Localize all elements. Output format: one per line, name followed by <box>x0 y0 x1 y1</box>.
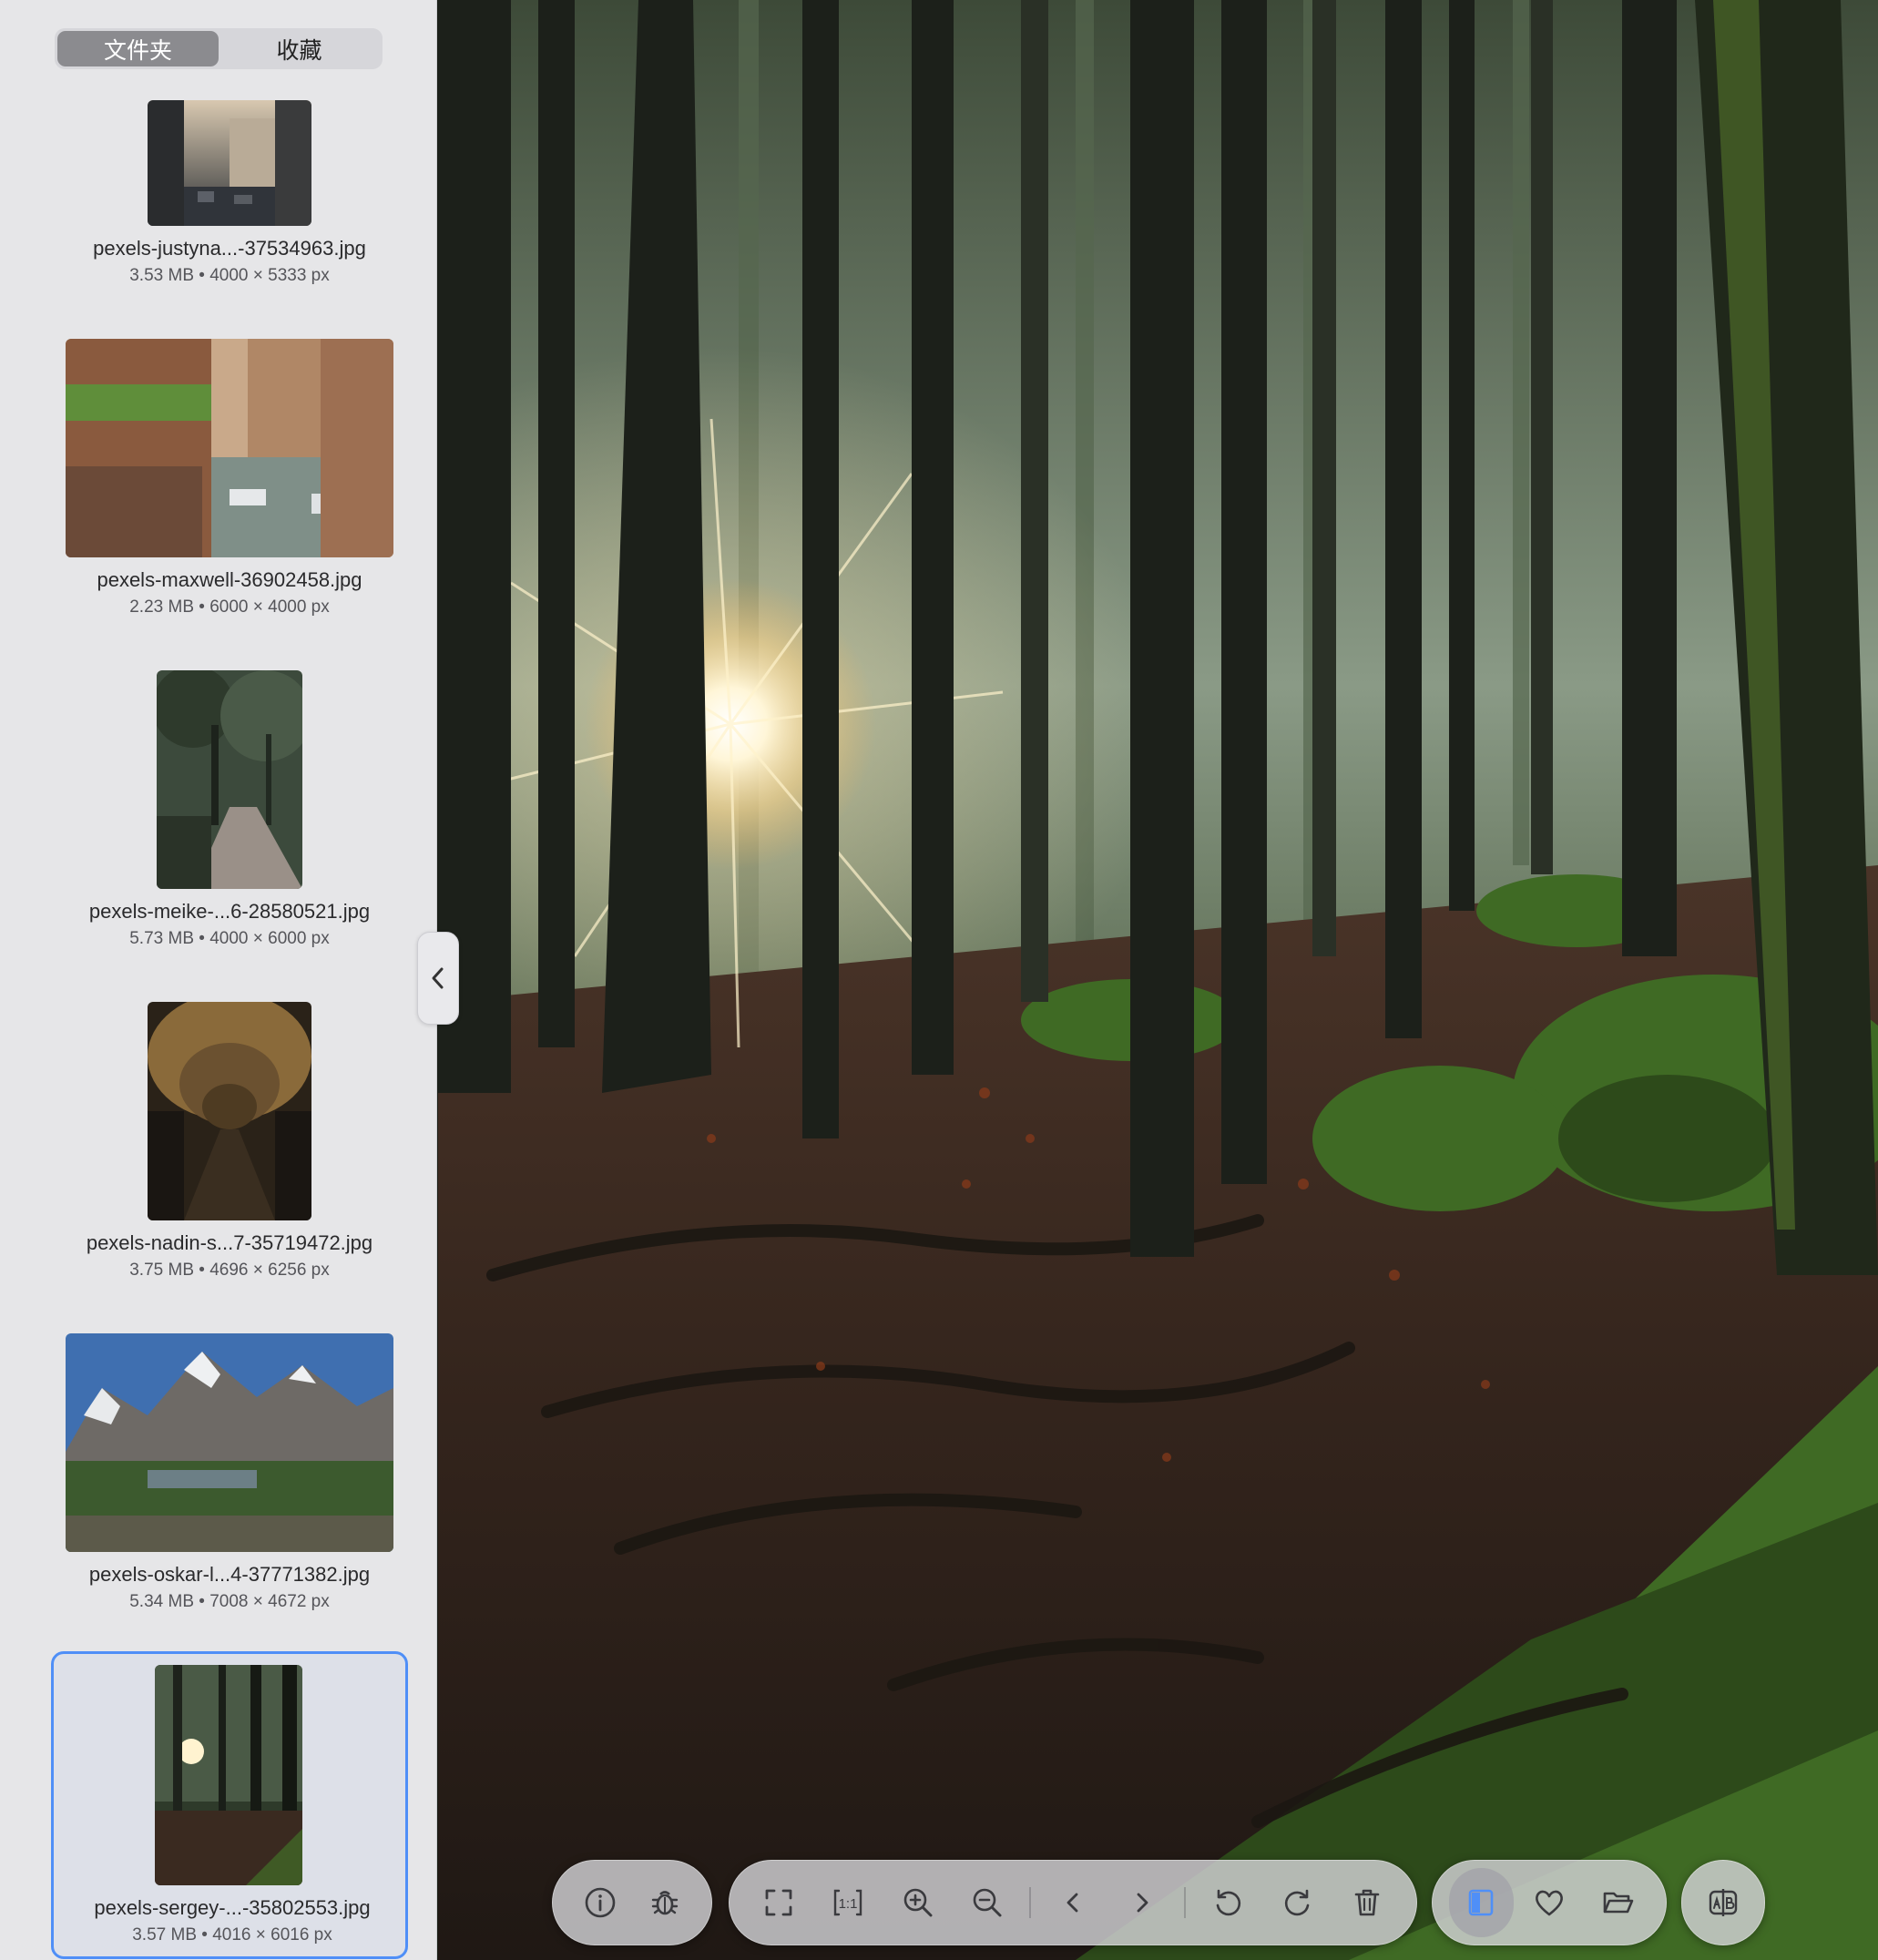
thumbnail-filename: pexels-justyna...-37534963.jpg <box>93 237 366 260</box>
tab-favorites[interactable]: 收藏 <box>219 31 380 66</box>
thumbnail-meta: 2.23 MB • 6000 × 4000 px <box>129 597 330 617</box>
sidebar-toggle-icon <box>1469 1889 1494 1916</box>
thumbnail-filename: pexels-sergey-...-35802553.jpg <box>94 1896 371 1919</box>
collapse-sidebar-button[interactable] <box>417 932 459 1025</box>
rotate-right-icon <box>1284 1889 1309 1916</box>
thumbnail-item-selected[interactable]: pexels-sergey-...-35802553.jpg 3.57 MB •… <box>51 1651 408 1959</box>
thumbnail-meta: 3.57 MB • 4016 × 6016 px <box>132 1925 332 1945</box>
open-folder-button[interactable] <box>1585 1868 1649 1937</box>
thumbnail-image <box>155 1665 302 1885</box>
toolbar-divider <box>1029 1887 1031 1918</box>
info-button[interactable] <box>569 1868 630 1937</box>
debug-button[interactable] <box>634 1868 695 1937</box>
rotate-right-button[interactable] <box>1265 1868 1331 1937</box>
thumbnail-image <box>148 100 311 226</box>
thumbnail-filename: pexels-meike-...6-28580521.jpg <box>88 900 371 923</box>
fullscreen-icon <box>765 1889 792 1916</box>
thumbnail-image <box>148 1002 311 1220</box>
thumbnail-meta: 3.75 MB • 4696 × 6256 px <box>129 1261 330 1280</box>
actual-size-button[interactable]: 1:1 <box>815 1868 881 1937</box>
debug-icon <box>651 1891 678 1915</box>
zoom-out-icon <box>973 1888 1002 1917</box>
thumbnail-filename: pexels-oskar-l...4-37771382.jpg <box>88 1563 371 1586</box>
thumbnail-meta: 5.73 MB • 4000 × 6000 px <box>129 929 330 948</box>
thumbnail-image <box>157 670 302 889</box>
actual-size-icon: 1:1 <box>834 1889 862 1916</box>
svg-text:1:1: 1:1 <box>839 1896 858 1912</box>
compare-icon <box>1709 1889 1738 1916</box>
thumbnail-item[interactable]: pexels-nadin-s...7-35719472.jpg 3.75 MB … <box>51 993 408 1293</box>
favorite-button[interactable] <box>1517 1868 1582 1937</box>
previous-icon <box>1067 1893 1078 1913</box>
trash-icon <box>1354 1889 1380 1916</box>
previous-button[interactable] <box>1040 1868 1106 1937</box>
thumbnail-image <box>66 339 393 557</box>
open-folder-icon <box>1603 1892 1633 1914</box>
sidebar-segmented-control: 文件夹 收藏 <box>55 28 383 69</box>
sidebar: 文件夹 收藏 pexels-justyna...-37534963.jpg 3.… <box>0 0 437 1960</box>
next-icon <box>1137 1893 1148 1913</box>
favorite-icon <box>1536 1890 1563 1916</box>
toolbar-group-panels <box>1432 1860 1667 1945</box>
compare-button[interactable] <box>1689 1868 1757 1937</box>
thumbnail-item[interactable]: pexels-justyna...-37534963.jpg 3.53 MB •… <box>51 91 408 299</box>
thumbnail-item[interactable]: pexels-oskar-l...4-37771382.jpg 5.34 MB … <box>51 1324 408 1625</box>
next-button[interactable] <box>1109 1868 1175 1937</box>
toolbar-group-compare <box>1681 1860 1765 1945</box>
rotate-left-button[interactable] <box>1195 1868 1261 1937</box>
rotate-left-icon <box>1217 1889 1241 1916</box>
tab-folders[interactable]: 文件夹 <box>57 31 219 66</box>
sidebar-toggle-button[interactable] <box>1449 1868 1514 1937</box>
chevron-left-icon <box>432 967 444 989</box>
thumbnail-filename: pexels-maxwell-36902458.jpg <box>97 568 362 591</box>
thumbnail-meta: 5.34 MB • 7008 × 4672 px <box>129 1592 330 1611</box>
info-icon <box>585 1887 615 1918</box>
fullscreen-button[interactable] <box>746 1868 811 1937</box>
zoom-in-button[interactable] <box>885 1868 951 1937</box>
thumbnail-item[interactable]: pexels-meike-...6-28580521.jpg 5.73 MB •… <box>51 661 408 962</box>
main-image <box>438 0 1878 1960</box>
zoom-in-icon <box>903 1888 933 1917</box>
toolbar-divider <box>1184 1887 1187 1918</box>
toolbar-group-info <box>552 1860 712 1945</box>
thumbnail-filename: pexels-nadin-s...7-35719472.jpg <box>86 1231 373 1254</box>
zoom-out-button[interactable] <box>954 1868 1020 1937</box>
image-viewer[interactable] <box>438 0 1878 1960</box>
thumbnail-meta: 3.53 MB • 4000 × 5333 px <box>129 266 330 285</box>
toolbar-group-view: 1:1 <box>729 1860 1417 1945</box>
thumbnail-item[interactable]: pexels-maxwell-36902458.jpg 2.23 MB • 60… <box>51 330 408 630</box>
delete-button[interactable] <box>1334 1868 1400 1937</box>
thumbnail-image <box>66 1333 393 1552</box>
